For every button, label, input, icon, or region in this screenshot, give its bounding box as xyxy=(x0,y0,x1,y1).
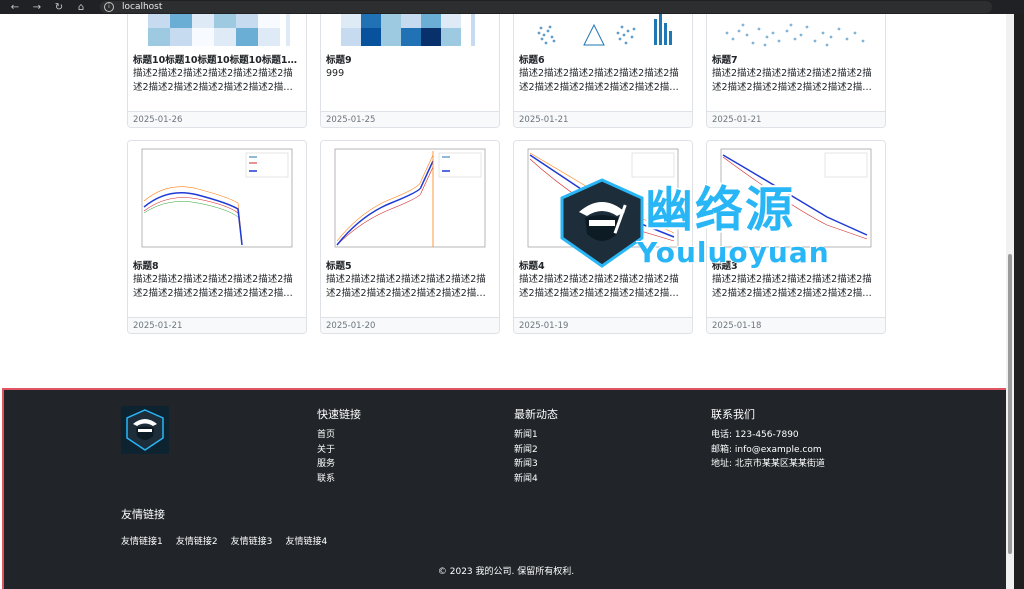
contact-phone: 电话: 123-456-7890 xyxy=(711,430,799,440)
post-card[interactable]: 标题7 描述2描述2描述2描述2描述2描述2描述2描述2描述2描述2描述2描述2… xyxy=(706,14,886,128)
contact-heading: 联系我们 xyxy=(711,408,755,421)
post-card[interactable]: 标题6 描述2描述2描述2描述2描述2描述2描述2描述2描述2描述2描述2描述2… xyxy=(513,14,693,128)
card-date: 2025-01-21 xyxy=(128,317,306,333)
card-date: 2025-01-19 xyxy=(514,317,692,333)
footer-link-about[interactable]: 关于 xyxy=(317,443,361,458)
back-arrow-icon[interactable]: ← xyxy=(4,0,26,14)
quick-links-heading: 快速链接 xyxy=(317,408,361,421)
footer-link-home[interactable]: 首页 xyxy=(317,428,361,443)
site-footer: 快速链接 首页 关于 服务 联系 最新动态 新闻1 新闻2 新闻3 新闻4 联系… xyxy=(2,388,1010,589)
scrollbar-thumb[interactable] xyxy=(1008,254,1012,554)
news-heading: 最新动态 xyxy=(514,408,558,421)
contact-section: 联系我们 电话: 123-456-7890 邮箱: info@example.c… xyxy=(711,406,825,472)
page-scrollbar[interactable] xyxy=(1006,14,1014,589)
card-date: 2025-01-21 xyxy=(707,111,885,127)
news-link-1[interactable]: 新闻1 xyxy=(514,428,558,443)
contact-address: 地址: 北京市某某区某某街道 xyxy=(711,459,825,469)
footer-logo[interactable] xyxy=(121,406,169,454)
address-bar[interactable]: i localhost xyxy=(100,1,992,13)
card-title[interactable]: 标题8 xyxy=(133,258,301,272)
card-description: 描述2描述2描述2描述2描述2描述2描述2描述2描述2描述2描述2描述2描述2.… xyxy=(712,274,872,303)
devtools-panel-edge xyxy=(1014,14,1024,589)
post-card[interactable]: 标题5 描述2描述2描述2描述2描述2描述2描述2描述2描述2描述2描述2描述2… xyxy=(320,140,500,334)
forward-arrow-icon[interactable]: → xyxy=(26,0,48,14)
card-title[interactable]: 标题7 xyxy=(712,52,880,66)
home-icon[interactable]: ⌂ xyxy=(70,0,92,14)
quick-links-section: 快速链接 首页 关于 服务 联系 xyxy=(317,406,361,486)
card-thumbnail xyxy=(321,141,499,254)
card-title[interactable]: 标题9 xyxy=(326,52,494,66)
post-card[interactable]: 标题9 999 2025-01-25 xyxy=(320,14,500,128)
card-thumbnail xyxy=(128,141,306,254)
card-description: 描述2描述2描述2描述2描述2描述2描述2描述2描述2描述2描述2描述2描述2.… xyxy=(133,68,293,97)
footer-link-contact[interactable]: 联系 xyxy=(317,472,361,487)
card-date: 2025-01-20 xyxy=(321,317,499,333)
friend-link-2[interactable]: 友情链接2 xyxy=(176,537,218,547)
news-link-4[interactable]: 新闻4 xyxy=(514,472,558,487)
card-date: 2025-01-25 xyxy=(321,111,499,127)
post-card[interactable]: 标题8 描述2描述2描述2描述2描述2描述2描述2描述2描述2描述2描述2描述2… xyxy=(127,140,307,334)
friend-link-4[interactable]: 友情链接4 xyxy=(285,537,327,547)
brand-logo-icon xyxy=(121,406,169,454)
card-thumbnail xyxy=(321,14,499,48)
card-description: 描述2描述2描述2描述2描述2描述2描述2描述2描述2描述2描述2描述2描述2.… xyxy=(326,274,486,303)
card-description: 描述2描述2描述2描述2描述2描述2描述2描述2描述2描述2描述2描述2描述2.… xyxy=(519,68,679,97)
browser-toolbar: ← → ↻ ⌂ i localhost xyxy=(0,0,1024,14)
friend-link-3[interactable]: 友情链接3 xyxy=(231,537,273,547)
card-thumbnail xyxy=(128,14,306,48)
card-date: 2025-01-21 xyxy=(514,111,692,127)
watermark-english-text: Youluoyuan xyxy=(637,236,830,269)
card-description: 描述2描述2描述2描述2描述2描述2描述2描述2描述2描述2描述2描述2描述2.… xyxy=(519,274,679,303)
friend-link-1[interactable]: 友情链接1 xyxy=(121,537,163,547)
watermark-logo-icon xyxy=(560,178,644,268)
card-title[interactable]: 标题10标题10标题10标题10标题10... xyxy=(133,52,301,66)
card-thumbnail xyxy=(707,14,885,48)
page-viewport: 标题10标题10标题10标题10标题10... 描述2描述2描述2描述2描述2描… xyxy=(2,14,1014,589)
info-icon[interactable]: i xyxy=(104,2,114,12)
card-title[interactable]: 标题5 xyxy=(326,258,494,272)
news-link-2[interactable]: 新闻2 xyxy=(514,443,558,458)
friend-links-section: 友情链接 友情链接1 友情链接2 友情链接3 友情链接4 xyxy=(121,506,335,548)
news-link-3[interactable]: 新闻3 xyxy=(514,457,558,472)
copyright-text: © 2023 我的公司. 保留所有权利. xyxy=(437,567,575,577)
card-description: 描述2描述2描述2描述2描述2描述2描述2描述2描述2描述2描述2描述2描述2.… xyxy=(712,68,872,97)
card-date: 2025-01-26 xyxy=(128,111,306,127)
contact-email: 邮箱: info@example.com xyxy=(711,444,822,455)
news-section: 最新动态 新闻1 新闻2 新闻3 新闻4 xyxy=(514,406,558,486)
card-description: 描述2描述2描述2描述2描述2描述2描述2描述2描述2描述2描述2描述2描述2.… xyxy=(133,274,293,303)
watermark: 幽络源 Youluoyuan xyxy=(557,172,857,272)
footer-link-services[interactable]: 服务 xyxy=(317,457,361,472)
address-text: localhost xyxy=(122,2,163,12)
watermark-chinese-text: 幽络源 xyxy=(645,182,796,238)
reload-icon[interactable]: ↻ xyxy=(48,0,70,14)
post-card[interactable]: 标题10标题10标题10标题10标题10... 描述2描述2描述2描述2描述2描… xyxy=(127,14,307,128)
card-date: 2025-01-18 xyxy=(707,317,885,333)
card-title[interactable]: 标题6 xyxy=(519,52,687,66)
card-thumbnail xyxy=(514,14,692,48)
card-description: 999 xyxy=(326,68,345,79)
friend-links-heading: 友情链接 xyxy=(121,508,165,521)
